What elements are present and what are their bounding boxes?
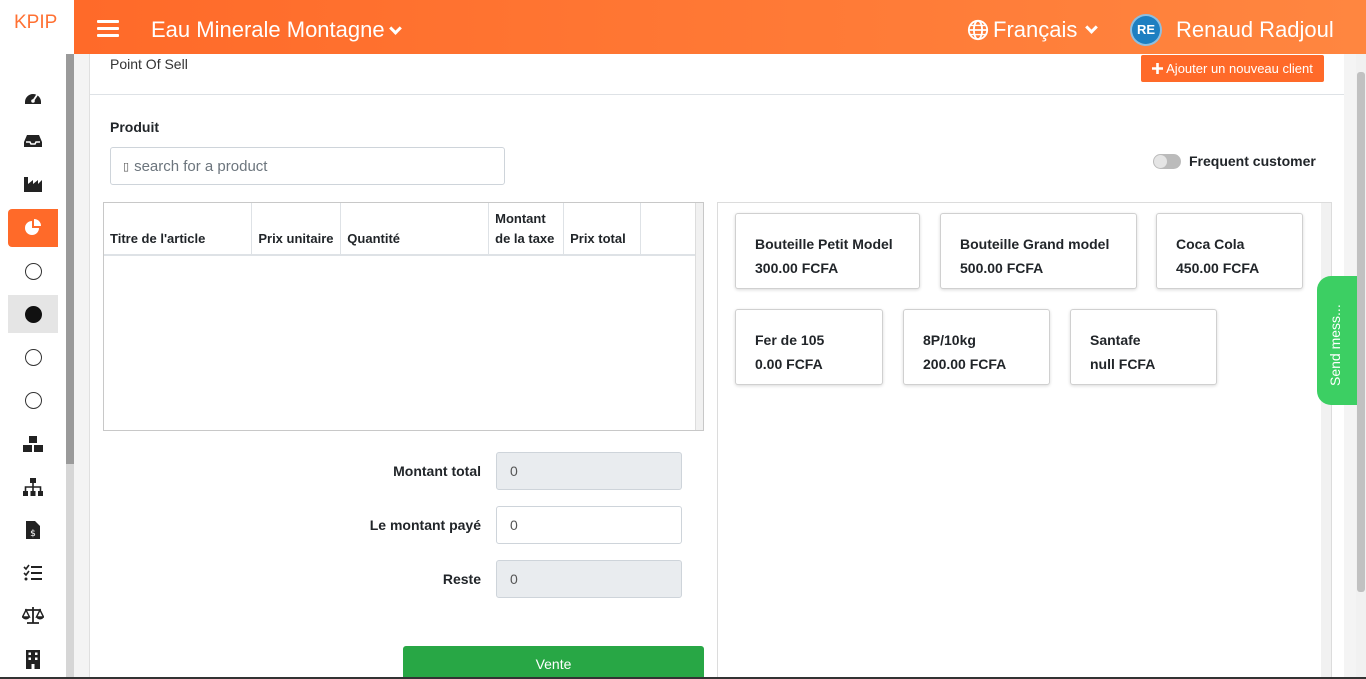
product-price: 200.00 FCFA <box>923 356 1007 372</box>
sidebar-scrollbar-thumb[interactable] <box>66 54 74 464</box>
product-name: Bouteille Grand model <box>960 236 1110 252</box>
user-name[interactable]: Renaud Radjoul <box>1176 17 1334 43</box>
sidebar-item-industry[interactable] <box>8 165 58 203</box>
sidebar-item-inbox[interactable] <box>8 122 58 160</box>
product-name: Coca Cola <box>1176 236 1245 252</box>
sidebar-item-tasks[interactable] <box>8 554 58 592</box>
sidebar-subitem-2[interactable] <box>8 295 58 333</box>
product-name: Fer de 105 <box>755 332 825 348</box>
inbox-icon <box>24 135 42 147</box>
sidebar-item-accounting[interactable] <box>8 597 58 635</box>
column-header-tax: Montant de la taxe <box>488 203 565 256</box>
sidebar-item-company[interactable] <box>8 640 58 678</box>
dashboard-icon <box>25 94 41 104</box>
cart-table: Titre de l'article Prix unitaire Quantit… <box>103 202 704 431</box>
main-panel: Point Of Sell Ajouter un nouveau client … <box>89 54 1344 679</box>
product-grid-scrollbar[interactable] <box>1321 203 1331 679</box>
column-header-actions <box>640 203 696 256</box>
page-scrollbar-thumb[interactable] <box>1357 72 1365 592</box>
product-card[interactable]: 8P/10kg 200.00 FCFA <box>903 309 1050 385</box>
product-name: 8P/10kg <box>923 332 976 348</box>
paid-amount-row: Le montant payé 0 <box>310 506 682 544</box>
sidebar-item-stock[interactable] <box>8 425 58 463</box>
column-header-total-price: Prix total <box>563 203 642 256</box>
product-price: 500.00 FCFA <box>960 260 1044 276</box>
chevron-down-icon <box>388 21 402 35</box>
balance-scale-icon <box>22 607 44 624</box>
product-label: Produit <box>110 119 159 135</box>
product-search-input[interactable]: ▯ search for a product <box>110 147 505 185</box>
invoice-icon: $ <box>26 521 40 539</box>
product-card[interactable]: Santafe null FCFA <box>1070 309 1217 385</box>
product-card[interactable]: Bouteille Petit Model 300.00 FCFA <box>735 213 920 289</box>
chat-widget-tab[interactable]: Send mess... <box>1317 276 1357 405</box>
column-header-tax-line1: Montant <box>495 211 546 226</box>
column-header-title: Titre de l'article <box>104 203 253 256</box>
chevron-down-icon <box>1085 20 1099 34</box>
toggle-switch[interactable] <box>1153 153 1181 169</box>
page-header: Point Of Sell Ajouter un nouveau client <box>90 54 1344 95</box>
remaining-amount-field: 0 <box>496 560 682 598</box>
product-grid: Bouteille Petit Model 300.00 FCFA Boutei… <box>717 202 1332 679</box>
language-selector[interactable]: Français <box>967 17 1099 43</box>
plus-icon <box>1152 63 1164 74</box>
remaining-amount-row: Reste 0 <box>310 560 682 598</box>
product-price: null FCFA <box>1090 356 1156 372</box>
top-navbar: Eau Minerale Montagne Français RE Renaud… <box>74 0 1366 54</box>
add-client-label: Ajouter un nouveau client <box>1166 61 1313 76</box>
pie-chart-icon <box>25 219 41 235</box>
product-name: Santafe <box>1090 332 1141 348</box>
sitemap-icon <box>23 478 43 496</box>
svg-text:$: $ <box>30 529 36 539</box>
circle-icon <box>24 262 42 280</box>
paid-amount-label: Le montant payé <box>369 517 481 533</box>
product-card[interactable]: Bouteille Grand model 500.00 FCFA <box>940 213 1137 289</box>
paid-amount-field[interactable]: 0 <box>496 506 682 544</box>
frequent-customer-toggle[interactable]: Frequent customer <box>1153 153 1316 169</box>
frequent-customer-label: Frequent customer <box>1189 153 1316 169</box>
search-icon: ▯ <box>123 160 130 173</box>
product-price: 0.00 FCFA <box>755 356 823 372</box>
sidebar-subitem-4[interactable] <box>8 381 58 419</box>
product-card[interactable]: Fer de 105 0.00 FCFA <box>735 309 883 385</box>
search-placeholder: search for a product <box>134 157 268 175</box>
circle-filled-icon <box>24 305 42 323</box>
building-icon <box>26 650 40 669</box>
globe-icon <box>967 19 989 41</box>
language-label: Français <box>993 17 1078 42</box>
industry-icon <box>24 177 42 192</box>
sidebar-item-invoices[interactable]: $ <box>8 511 58 549</box>
product-price: 450.00 FCFA <box>1176 260 1260 276</box>
chat-tab-label: Send mess... <box>1327 304 1343 386</box>
table-scrollbar[interactable] <box>695 203 703 430</box>
total-amount-field: 0 <box>496 452 682 490</box>
sidebar: $ <box>0 54 66 679</box>
boxes-icon <box>23 436 43 452</box>
circle-icon <box>24 348 42 366</box>
sidebar-item-dashboard[interactable] <box>8 79 58 117</box>
brand-logo[interactable]: KPIP <box>0 0 74 54</box>
tasks-icon <box>23 564 42 581</box>
total-amount-row: Montant total 0 <box>310 452 682 490</box>
column-header-unit-price: Prix unitaire <box>251 203 342 256</box>
column-header-tax-line2: de la taxe <box>495 231 555 246</box>
company-name: Eau Minerale Montagne <box>151 17 385 42</box>
avatar[interactable]: RE <box>1130 14 1162 46</box>
product-name: Bouteille Petit Model <box>755 236 893 252</box>
circle-icon <box>24 391 42 409</box>
sell-button[interactable]: Vente <box>403 646 704 679</box>
sidebar-subitem-3[interactable] <box>8 338 58 376</box>
sidebar-subitem-1[interactable] <box>8 252 58 290</box>
page-title: Point Of Sell <box>110 56 188 72</box>
remaining-amount-label: Reste <box>442 571 481 587</box>
company-selector[interactable]: Eau Minerale Montagne <box>151 17 402 43</box>
column-header-quantity: Quantité <box>340 203 490 256</box>
total-amount-label: Montant total <box>393 463 481 479</box>
product-card[interactable]: Coca Cola 450.00 FCFA <box>1156 213 1303 289</box>
product-price: 300.00 FCFA <box>755 260 839 276</box>
sidebar-item-pos[interactable] <box>8 209 58 247</box>
add-client-button[interactable]: Ajouter un nouveau client <box>1141 55 1324 82</box>
menu-icon[interactable] <box>97 20 119 37</box>
sidebar-item-organization[interactable] <box>8 468 58 506</box>
